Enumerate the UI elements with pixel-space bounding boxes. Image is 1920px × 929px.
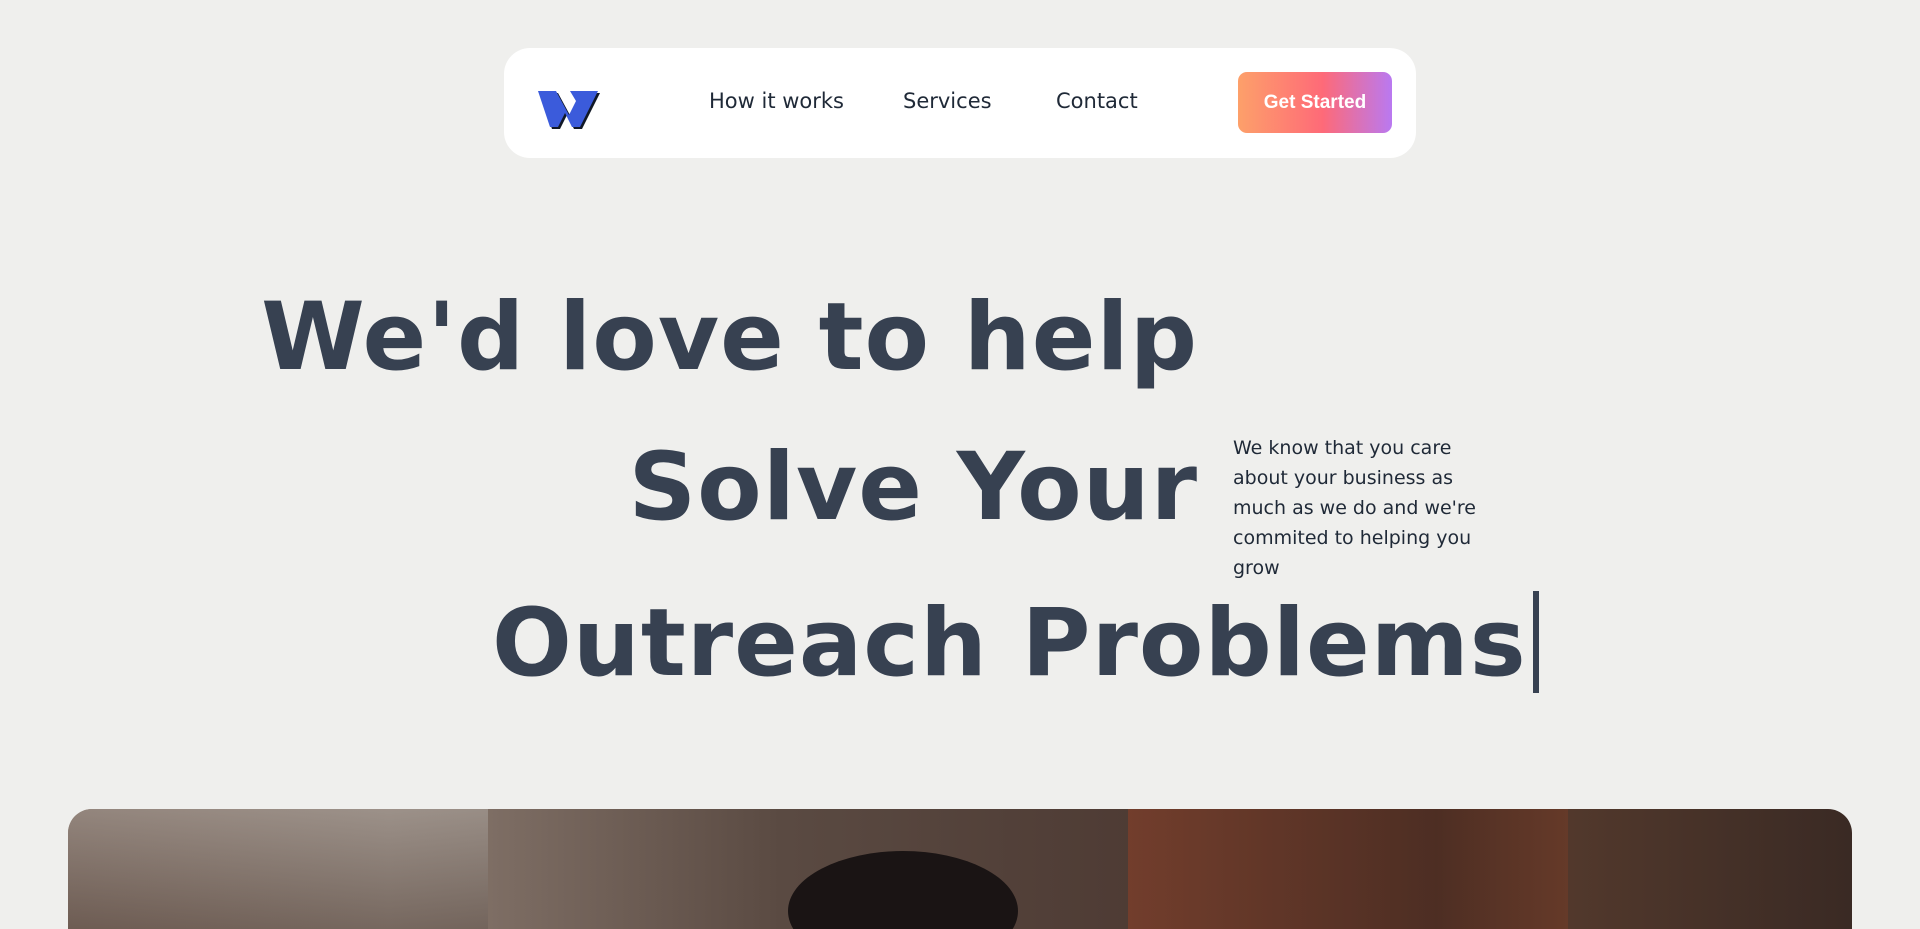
- nav-link-services[interactable]: Services: [903, 89, 992, 113]
- hero-heading-line-2: Solve Your: [628, 433, 1198, 542]
- hero-image-wall-right: [1128, 809, 1568, 929]
- hero-subtext: We know that you care about your busines…: [1233, 437, 1476, 579]
- nav-link-contact[interactable]: Contact: [1056, 89, 1138, 113]
- hero-heading-line-3: Outreach Problems: [492, 591, 1539, 693]
- get-started-button[interactable]: Get Started: [1238, 72, 1392, 133]
- hero-image-wall-left: [68, 809, 488, 929]
- typing-cursor: [1532, 591, 1539, 693]
- nav-link-how-it-works[interactable]: How it works: [709, 89, 844, 113]
- hero-image-person: [788, 851, 1018, 929]
- top-navbar: How it works Services Contact Get Starte…: [504, 48, 1416, 158]
- hero-heading-line-3-text: Outreach Problems: [492, 589, 1527, 698]
- hero-heading-line-1: We'd love to help: [261, 283, 1198, 392]
- hero-image: [68, 809, 1852, 929]
